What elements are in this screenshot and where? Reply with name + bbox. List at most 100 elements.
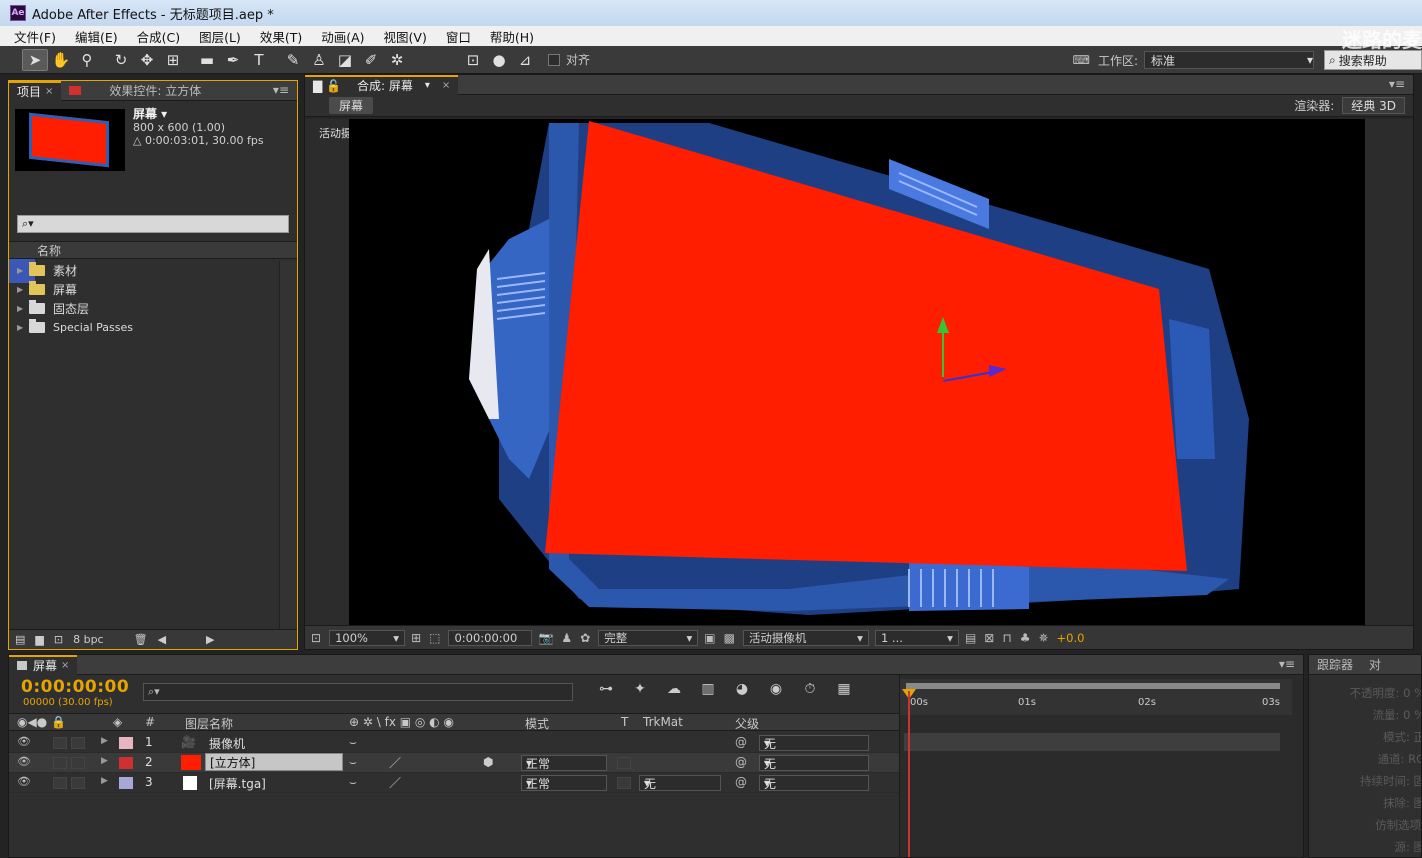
panel-menu-icon[interactable]: ▾≡ [273,83,289,97]
work-area-bar[interactable] [906,683,1280,689]
comp-breadcrumb[interactable]: 屏幕 [329,97,374,114]
menu-view[interactable]: 视图(V) [384,27,427,46]
fast-preview-icon[interactable]: ▣ [704,631,715,645]
timeline-icon[interactable]: ⊓ [1002,631,1011,645]
rectangle-tool-icon[interactable]: ▬ [194,49,220,71]
time-ruler[interactable]: 00s 01s 02s 03s [900,679,1292,715]
tab-align[interactable]: 对 [1361,655,1389,675]
project-item[interactable]: ▶ 屏幕 [9,280,281,299]
toggle-pixel-aspect-icon[interactable]: ▤ [965,631,976,645]
expand-triangle-icon[interactable]: ▶ [17,304,29,313]
preserve-transparency-switch[interactable] [617,757,631,769]
axis-mode-icon[interactable]: ⊡ [460,49,486,71]
trash-icon[interactable]: 🗑 [134,633,148,646]
expand-triangle-icon[interactable]: ▶ [17,266,29,275]
project-item[interactable]: ▶ Special Passes [9,318,281,337]
parent-pickwhip-icon[interactable]: @ [735,775,747,789]
current-time-field[interactable]: 0:00:00:00 [448,629,533,646]
menu-layer[interactable]: 图层(L) [199,27,241,46]
new-comp-icon[interactable]: ⊡ [54,633,63,646]
mini-flowchart-icon[interactable]: ⊶ [589,681,623,697]
tab-project[interactable]: 项目 × [9,81,62,101]
trkmat-select[interactable]: 无 ▾ [639,775,721,791]
comp-canvas[interactable] [349,119,1365,625]
interpret-footage-icon[interactable]: ▤ [15,633,25,646]
menu-composition[interactable]: 合成(C) [137,27,180,46]
playhead[interactable] [908,691,910,857]
layer-row[interactable]: 👁 ▶ 1 🎥 摄像机 ⌣ @ 无 ▾ [9,733,899,753]
orbit-camera-tool-icon[interactable]: ✥ [134,49,160,71]
close-icon[interactable]: × [442,80,450,91]
project-scrollbar[interactable] [279,261,297,629]
type-tool-icon[interactable]: T [246,49,272,71]
parent-select[interactable]: 无 ▾ [759,735,869,751]
eye-icon[interactable]: 👁 [17,735,31,748]
comp-name[interactable]: 屏幕 ▾ [133,105,167,122]
collapse-switch-icon[interactable]: ⌣ [349,735,357,750]
tab-timeline[interactable]: 屏幕 × [9,655,78,675]
expand-triangle-icon[interactable]: ▶ [101,776,108,786]
views-layout-select[interactable]: 1 ... ▾ [874,629,959,646]
brainstorm-icon[interactable]: ◉ [759,681,793,697]
panel-menu-icon[interactable]: ▾≡ [1279,657,1295,671]
search-help-input[interactable]: ⌕ 搜索帮助 [1324,50,1422,70]
chevron-down-icon[interactable]: ▾ [425,80,430,91]
parent-select[interactable]: 无 ▾ [759,775,869,791]
tab-tracker[interactable]: 跟踪器 [1309,655,1361,675]
time-graph[interactable]: 00s 01s 02s 03s [899,675,1303,857]
parent-select[interactable]: 无 ▾ [759,755,869,771]
fast-previews-icon[interactable]: ⊠ [984,631,994,645]
view-axis-icon[interactable]: ⊿ [512,49,538,71]
expand-triangle-icon[interactable]: ▶ [17,323,29,332]
show-snapshot-icon[interactable]: ♟ [561,631,572,645]
lock-switch[interactable] [71,757,85,769]
name-column[interactable]: 名称 [37,242,61,259]
menu-animation[interactable]: 动画(A) [321,27,364,46]
hand-tool-icon[interactable]: ✋ [48,49,74,71]
tab-composition[interactable]: ▇ 🔓 合成: 屏幕 ▾ × [305,75,459,95]
rotate-tool-icon[interactable]: ↻ [108,49,134,71]
puppet-tool-icon[interactable]: ✲ [384,49,410,71]
lock-switch[interactable] [71,777,85,789]
auto-keyframe-icon[interactable]: ⏱ [793,681,827,697]
layer-name[interactable]: [屏幕.tga] [209,775,266,792]
layer-row[interactable]: 👁 ▶ 3 [屏幕.tga] ⌣ ／ 正常 ▾ 无 ▾ @ 无 ▾ [9,773,899,793]
project-item[interactable]: ▶ 固态层 [9,299,281,318]
solo-switch[interactable] [53,777,67,789]
eye-icon[interactable]: 👁 [17,775,31,788]
selection-tool-icon[interactable]: ➤ [22,48,48,71]
solo-switch[interactable] [53,737,67,749]
timeline-search-input[interactable]: ⌕▾ [143,683,573,701]
tab-effect-controls[interactable]: 效果控件: 立方体 [61,81,209,101]
motion-blur-icon[interactable]: ◕ [725,681,759,697]
menu-effect[interactable]: 效果(T) [260,27,302,46]
label-column-icon[interactable]: ◈ [113,715,122,729]
draft-3d-icon[interactable]: ✦ [623,681,657,697]
zoom-select[interactable]: 100% ▾ [329,629,406,646]
clone-stamp-tool-icon[interactable]: ♙ [306,49,332,71]
label-color[interactable] [119,757,133,769]
view-select[interactable]: 活动摄像机 ▾ [742,629,869,646]
frame-blending-icon[interactable]: ▥ [691,681,725,697]
bpc-label[interactable]: 8 bpc [73,633,104,646]
menu-edit[interactable]: 编辑(E) [75,27,118,46]
parent-pickwhip-icon[interactable]: @ [735,735,747,749]
brush-tool-icon[interactable]: ✎ [280,49,306,71]
resolution-select[interactable]: 完整 ▾ [598,629,699,646]
layer-name[interactable]: 摄像机 [209,735,245,752]
scroll-left-icon[interactable]: ◀ [158,633,166,646]
collapse-switch-icon[interactable]: ⌣ [349,775,357,790]
transparency-grid-icon[interactable]: ▩ [724,631,735,645]
channel-icon[interactable]: ✿ [580,631,590,645]
label-color[interactable] [119,777,133,789]
quality-switch-icon[interactable]: ／ [389,754,401,771]
parent-pickwhip-icon[interactable]: @ [735,755,747,769]
flowchart-icon[interactable]: ♣ [1020,631,1031,645]
panel-menu-icon[interactable]: ▾≡ [1389,77,1405,91]
always-preview-icon[interactable]: ⊡ [311,631,321,645]
menu-window[interactable]: 窗口 [446,27,471,46]
eraser-tool-icon[interactable]: ◪ [332,49,358,71]
project-item[interactable]: ▶ 素材 [9,261,281,280]
exposure-icon[interactable]: ✵ [1038,631,1048,645]
av-features-icon[interactable]: ◉◀● 🔒 [17,715,66,729]
